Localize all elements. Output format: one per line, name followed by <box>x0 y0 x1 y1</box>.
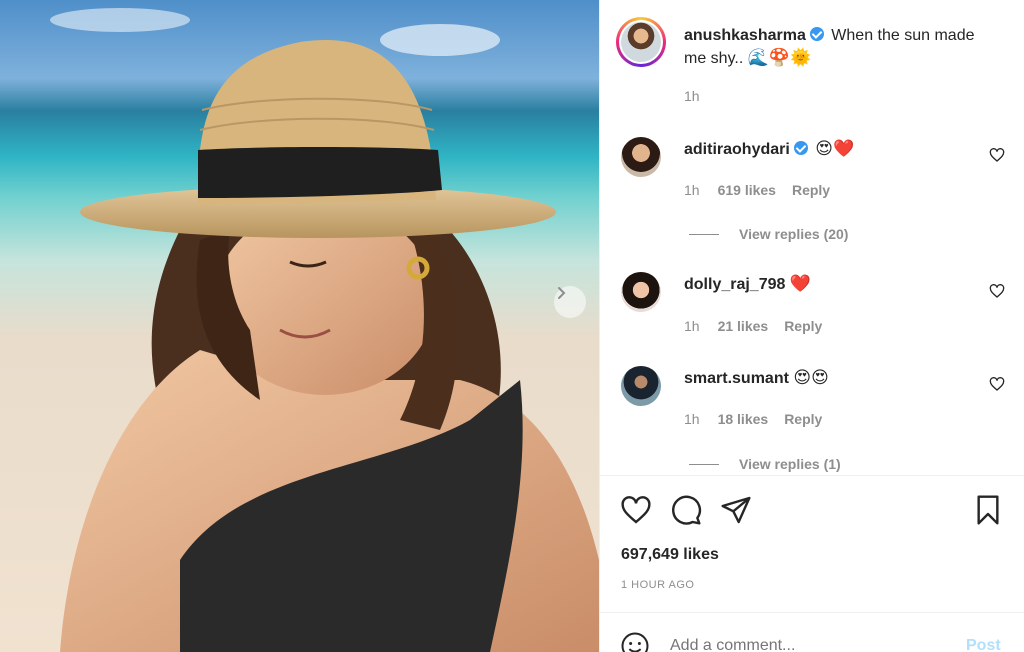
share-icon[interactable] <box>720 494 752 526</box>
comment-text: ❤️ <box>789 274 812 294</box>
comment-composer: Post <box>600 612 1024 652</box>
post-side-panel: anushkasharma When the sun made me shy..… <box>599 0 1024 652</box>
comment-meta: 1h 619 likes Reply <box>684 182 830 198</box>
comment-meta: 1h 18 likes Reply <box>684 411 822 427</box>
author-username[interactable]: anushkasharma <box>684 27 806 44</box>
caption-emoji: 🌊🍄🌞 <box>747 48 812 68</box>
author-avatar[interactable] <box>616 17 666 67</box>
likes-count[interactable]: 697,649 likes <box>621 546 719 564</box>
caption-age: 1h <box>684 88 700 104</box>
comment-likes[interactable]: 619 likes <box>718 182 776 198</box>
comment-like-heart-icon[interactable] <box>989 376 1005 392</box>
comment-username[interactable]: dolly_raj_798 <box>684 276 785 293</box>
next-photo-button[interactable] <box>554 286 586 318</box>
divider <box>689 233 719 235</box>
comment-username[interactable]: aditiraohydari <box>684 141 790 158</box>
post-caption: anushkasharma When the sun made me shy..… <box>684 25 984 70</box>
post-timestamp: 1 HOUR AGO <box>621 579 695 591</box>
comment-input[interactable] <box>670 637 930 652</box>
action-bar <box>600 476 1024 612</box>
view-replies-button[interactable]: View replies (1) <box>689 456 841 472</box>
reply-button[interactable]: Reply <box>792 182 830 198</box>
comment-like-heart-icon[interactable] <box>989 283 1005 299</box>
bookmark-icon[interactable] <box>972 494 1004 526</box>
post-comment-button[interactable]: Post <box>966 637 1001 652</box>
comment-likes[interactable]: 18 likes <box>718 411 769 427</box>
comment-icon[interactable] <box>670 494 702 526</box>
comment-like-heart-icon[interactable] <box>989 147 1005 163</box>
comment-username[interactable]: smart.sumant <box>684 370 789 387</box>
commenter-avatar[interactable] <box>621 272 661 312</box>
photo-illustration <box>50 8 599 652</box>
view-replies-label: View replies (20) <box>739 226 849 242</box>
comment-item: smart.sumant 😍😍 <box>684 367 829 390</box>
comment-item: dolly_raj_798 ❤️ <box>684 273 811 296</box>
chevron-right-icon <box>558 287 566 299</box>
verified-badge-icon <box>809 27 824 41</box>
comment-meta: 1h 21 likes Reply <box>684 318 822 334</box>
reply-button[interactable]: Reply <box>784 318 822 334</box>
comment-age: 1h <box>684 411 700 427</box>
comment-text: 😍❤️ <box>815 139 855 159</box>
comment-likes[interactable]: 21 likes <box>718 318 769 334</box>
divider <box>689 463 719 465</box>
view-replies-button[interactable]: View replies (20) <box>689 226 848 242</box>
view-replies-label: View replies (1) <box>739 456 841 472</box>
verified-badge-icon <box>793 141 808 155</box>
comment-item: aditiraohydari 😍❤️ <box>684 138 854 161</box>
smiley-icon[interactable] <box>620 631 650 652</box>
post-photo <box>0 0 599 652</box>
comment-age: 1h <box>684 182 700 198</box>
comment-age: 1h <box>684 318 700 334</box>
heart-icon[interactable] <box>620 494 652 526</box>
reply-button[interactable]: Reply <box>784 411 822 427</box>
comment-text: 😍😍 <box>793 368 829 388</box>
commenter-avatar[interactable] <box>621 137 661 177</box>
commenter-avatar[interactable] <box>621 366 661 406</box>
comments-list[interactable]: anushkasharma When the sun made me shy..… <box>600 0 1024 476</box>
